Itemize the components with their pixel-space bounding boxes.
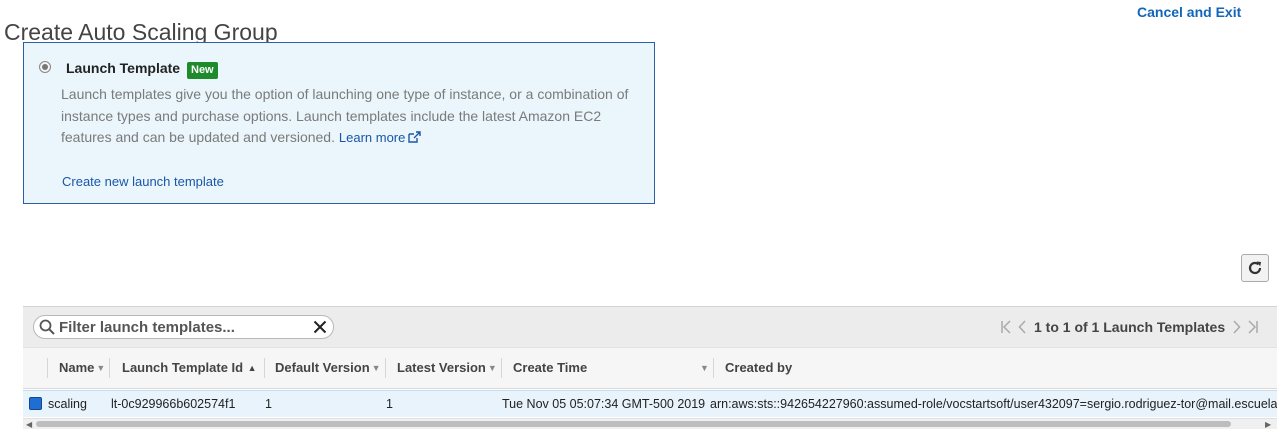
previous-page-icon[interactable]	[1018, 320, 1027, 334]
launch-template-option[interactable]: Launch Template New Launch templates giv…	[23, 42, 655, 204]
filter-box[interactable]	[33, 315, 334, 339]
filter-launch-templates-input[interactable]	[59, 318, 299, 336]
refresh-icon	[1248, 261, 1262, 275]
launch-template-radio[interactable]	[39, 61, 51, 73]
row-select-checkbox[interactable]	[29, 397, 42, 410]
column-header-default-version[interactable]: Default Version ▼	[275, 360, 381, 375]
clear-filter-icon[interactable]	[313, 320, 327, 334]
first-page-icon[interactable]	[1000, 320, 1012, 334]
new-badge: New	[187, 62, 218, 79]
last-page-icon[interactable]	[1247, 320, 1259, 334]
learn-more-link[interactable]: Learn more	[338, 130, 422, 145]
pager-label: 1 to 1 of 1 Launch Templates	[1034, 319, 1226, 335]
pagination: 1 to 1 of 1 Launch Templates	[1000, 318, 1259, 336]
launch-template-title: Launch Template	[66, 60, 181, 76]
cell-launch-template-id: lt-0c929966b602574f1	[111, 397, 236, 411]
external-link-icon	[408, 131, 422, 143]
filter-caret-icon: ▼	[700, 363, 709, 373]
column-header-launch-template-id[interactable]: Launch Template Id ▲	[122, 360, 257, 375]
search-icon	[39, 319, 55, 335]
next-page-icon[interactable]	[1232, 320, 1241, 334]
cell-create-time: Tue Nov 05 05:07:34 GMT-500 2019	[502, 397, 706, 411]
refresh-button[interactable]	[1241, 254, 1269, 282]
scroll-left-icon[interactable]: ◀	[26, 420, 32, 429]
table-toolbar: 1 to 1 of 1 Launch Templates	[23, 306, 1277, 347]
column-header-created-by[interactable]: Created by	[725, 360, 792, 375]
cell-default-version: 1	[265, 397, 272, 411]
column-divider	[385, 358, 386, 378]
column-divider	[264, 358, 265, 378]
column-divider	[109, 358, 110, 378]
sort-ascending-icon: ▲	[245, 363, 257, 373]
cancel-and-exit-link[interactable]: Cancel and Exit	[1137, 4, 1241, 20]
create-launch-template-link[interactable]: Create new launch template	[62, 174, 224, 189]
launch-template-description: Launch templates give you the option of …	[61, 84, 641, 149]
column-header-create-time[interactable]: Create Time	[513, 360, 587, 375]
column-divider	[47, 358, 48, 378]
table-header: Name ▼ Launch Template Id ▲ Default Versi…	[23, 347, 1277, 389]
learn-more-label: Learn more	[338, 130, 406, 145]
cell-latest-version: 1	[386, 397, 393, 411]
table-row[interactable]: scaling lt-0c929966b602574f1 1 1 Tue Nov…	[23, 390, 1277, 417]
scroll-right-icon[interactable]: ▶	[1265, 420, 1271, 429]
cell-created-by: arn:aws:sts::942654227960:assumed-role/v…	[710, 397, 1277, 411]
column-header-name[interactable]: Name ▼	[59, 360, 105, 375]
column-divider	[713, 358, 714, 378]
filter-caret-icon: ▼	[96, 363, 106, 373]
column-header-latest-version[interactable]: Latest Version ▼	[397, 360, 497, 375]
filter-caret-icon: ▼	[487, 363, 497, 373]
horizontal-scrollbar[interactable]: ◀ ▶	[23, 418, 1277, 429]
filter-caret-icon: ▼	[371, 363, 381, 373]
cell-name: scaling	[48, 397, 87, 411]
scrollbar-thumb[interactable]	[36, 421, 1231, 427]
column-divider	[501, 358, 502, 378]
